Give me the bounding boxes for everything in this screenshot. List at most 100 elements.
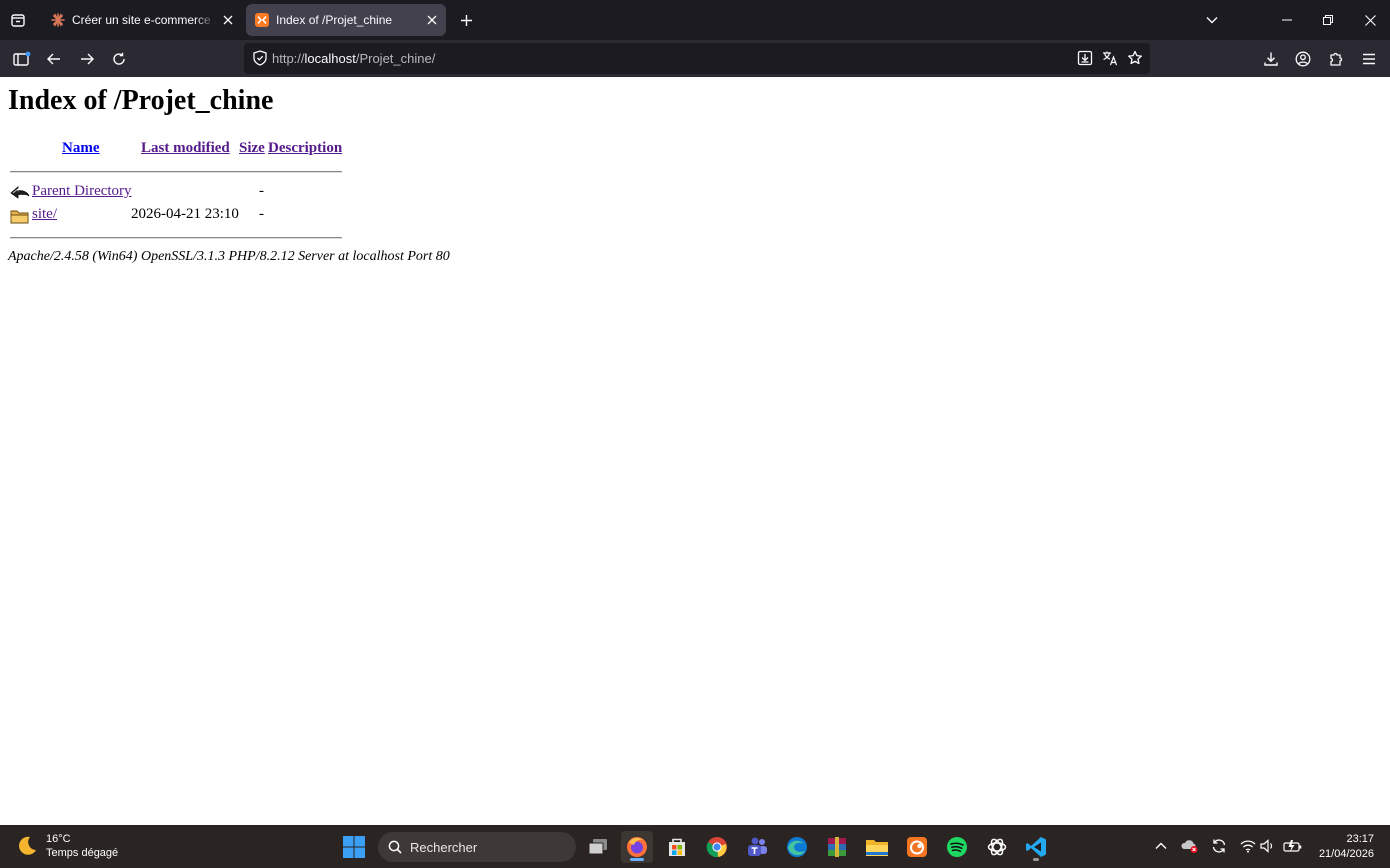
show-hidden-icons-button[interactable] bbox=[1150, 835, 1172, 857]
weather-temperature: 16°C bbox=[46, 833, 71, 845]
close-window-button[interactable] bbox=[1350, 0, 1390, 40]
translate-icon bbox=[1103, 51, 1118, 66]
taskbar-chrome[interactable] bbox=[701, 831, 733, 863]
vscode-icon bbox=[1026, 837, 1046, 857]
sort-by-size-link[interactable]: Size bbox=[239, 140, 265, 156]
edge-icon bbox=[787, 837, 807, 857]
sort-by-last-modified-link[interactable]: Last modified bbox=[141, 140, 230, 156]
wifi-icon bbox=[1240, 840, 1256, 853]
navigation-toolbar: http://localhost/Projet_chine/ bbox=[0, 40, 1390, 77]
column-description-header[interactable]: Description bbox=[268, 140, 342, 157]
claude-favicon-icon bbox=[50, 12, 66, 28]
clock-time: 23:17 bbox=[1346, 833, 1374, 845]
tab-ecommerce[interactable]: Créer un site e-commerce avec bbox=[42, 4, 242, 36]
tab-strip: Créer un site e-commerce avec Index of /… bbox=[0, 0, 1390, 40]
plus-icon bbox=[460, 14, 472, 26]
tracking-protection-button[interactable] bbox=[248, 46, 272, 70]
taskbar-firefox[interactable] bbox=[621, 831, 653, 863]
system-clock[interactable]: 23:17 21/04/2026 bbox=[1312, 832, 1374, 862]
close-tab-button[interactable] bbox=[216, 8, 240, 32]
sync-icon bbox=[1212, 839, 1226, 853]
download-icon bbox=[1264, 52, 1278, 66]
sync-status-icon[interactable] bbox=[1208, 835, 1230, 857]
arrow-left-icon bbox=[47, 53, 60, 65]
tray-app-icon[interactable] bbox=[1179, 835, 1201, 857]
shield-icon bbox=[253, 50, 267, 66]
taskbar-vscode[interactable] bbox=[1020, 831, 1052, 863]
hamburger-menu-icon bbox=[1363, 53, 1375, 65]
account-button[interactable] bbox=[1288, 44, 1318, 74]
sidebar-icon bbox=[13, 51, 31, 66]
star-icon bbox=[1128, 50, 1142, 65]
last-modified-cell: 2026-04-21 23:10 bbox=[131, 206, 239, 222]
store-icon bbox=[669, 838, 685, 856]
search-icon bbox=[388, 840, 402, 854]
forward-button[interactable] bbox=[72, 44, 102, 74]
close-icon bbox=[223, 15, 233, 25]
column-size-header[interactable]: Size bbox=[239, 140, 265, 157]
start-button[interactable] bbox=[338, 831, 370, 863]
running-indicator bbox=[1033, 858, 1039, 861]
tab-list-icon bbox=[11, 14, 25, 27]
url-host: localhost bbox=[304, 51, 356, 66]
network-button[interactable] bbox=[1237, 835, 1259, 857]
extensions-button[interactable] bbox=[1321, 44, 1351, 74]
install-icon bbox=[1077, 50, 1093, 66]
tab-list-button[interactable] bbox=[4, 6, 32, 34]
taskbar-winrar[interactable] bbox=[821, 831, 853, 863]
bookmark-button[interactable] bbox=[1123, 46, 1147, 70]
address-bar[interactable]: http://localhost/Projet_chine/ bbox=[244, 43, 1150, 74]
column-last-modified-header[interactable]: Last modified bbox=[141, 140, 230, 157]
taskbar-file-explorer[interactable] bbox=[861, 831, 893, 863]
task-view-button[interactable] bbox=[582, 831, 614, 863]
taskbar-teams[interactable] bbox=[741, 831, 773, 863]
restore-button[interactable] bbox=[1308, 0, 1348, 40]
install-page-button[interactable] bbox=[1073, 46, 1097, 70]
taskbar-chatgpt[interactable] bbox=[981, 831, 1013, 863]
folder-icon bbox=[866, 840, 888, 856]
running-indicator bbox=[630, 858, 644, 861]
sidebar-button[interactable] bbox=[7, 44, 37, 74]
size-cell: - bbox=[259, 183, 264, 199]
sort-by-name-link[interactable]: Name bbox=[62, 140, 100, 156]
tab-index-projet-chine[interactable]: Index of /Projet_chine bbox=[246, 4, 446, 36]
close-icon bbox=[427, 15, 437, 25]
taskbar-spotify[interactable] bbox=[941, 831, 973, 863]
tab-title: Index of /Projet_chine bbox=[276, 13, 393, 27]
translate-button[interactable] bbox=[1098, 46, 1122, 70]
divider bbox=[10, 171, 342, 173]
reload-button[interactable] bbox=[104, 44, 134, 74]
battery-button[interactable] bbox=[1282, 835, 1304, 857]
url-path: /Projet_chine/ bbox=[355, 51, 436, 66]
volume-button[interactable] bbox=[1257, 835, 1279, 857]
moon-icon bbox=[19, 836, 36, 855]
windows-logo-icon bbox=[343, 836, 365, 858]
new-tab-button[interactable] bbox=[454, 8, 478, 32]
list-all-tabs-button[interactable] bbox=[1200, 8, 1224, 32]
url-text[interactable]: http://localhost/Projet_chine/ bbox=[272, 51, 435, 66]
taskbar-search-box[interactable]: Rechercher bbox=[378, 832, 576, 862]
server-signature: Apache/2.4.58 (Win64) OpenSSL/3.1.3 PHP/… bbox=[8, 249, 450, 264]
close-tab-button[interactable] bbox=[420, 8, 444, 32]
clock-date: 21/04/2026 bbox=[1318, 848, 1374, 860]
page-content: Index of /Projet_chine Name Last modifie… bbox=[0, 77, 1390, 825]
parent-directory-link[interactable]: Parent Directory bbox=[32, 183, 132, 199]
weather-widget[interactable]: 16°C Temps dégagé bbox=[16, 832, 118, 860]
minimize-button[interactable] bbox=[1267, 0, 1307, 40]
back-button[interactable] bbox=[39, 44, 69, 74]
taskbar-edge[interactable] bbox=[781, 831, 813, 863]
downloads-button[interactable] bbox=[1256, 44, 1286, 74]
taskbar-crunchyroll[interactable] bbox=[901, 831, 933, 863]
search-placeholder: Rechercher bbox=[410, 839, 478, 855]
winrar-icon bbox=[828, 837, 846, 857]
close-icon bbox=[1364, 14, 1376, 26]
taskbar-microsoft-store[interactable] bbox=[661, 831, 693, 863]
speaker-icon bbox=[1260, 839, 1273, 853]
arrow-right-icon bbox=[81, 53, 94, 65]
crunchyroll-icon bbox=[907, 837, 927, 857]
app-menu-button[interactable] bbox=[1354, 44, 1384, 74]
firefox-icon bbox=[627, 837, 647, 857]
folder-link-site[interactable]: site/ bbox=[32, 206, 57, 222]
column-name-header[interactable]: Name bbox=[62, 140, 100, 157]
sort-by-description-link[interactable]: Description bbox=[268, 140, 342, 156]
